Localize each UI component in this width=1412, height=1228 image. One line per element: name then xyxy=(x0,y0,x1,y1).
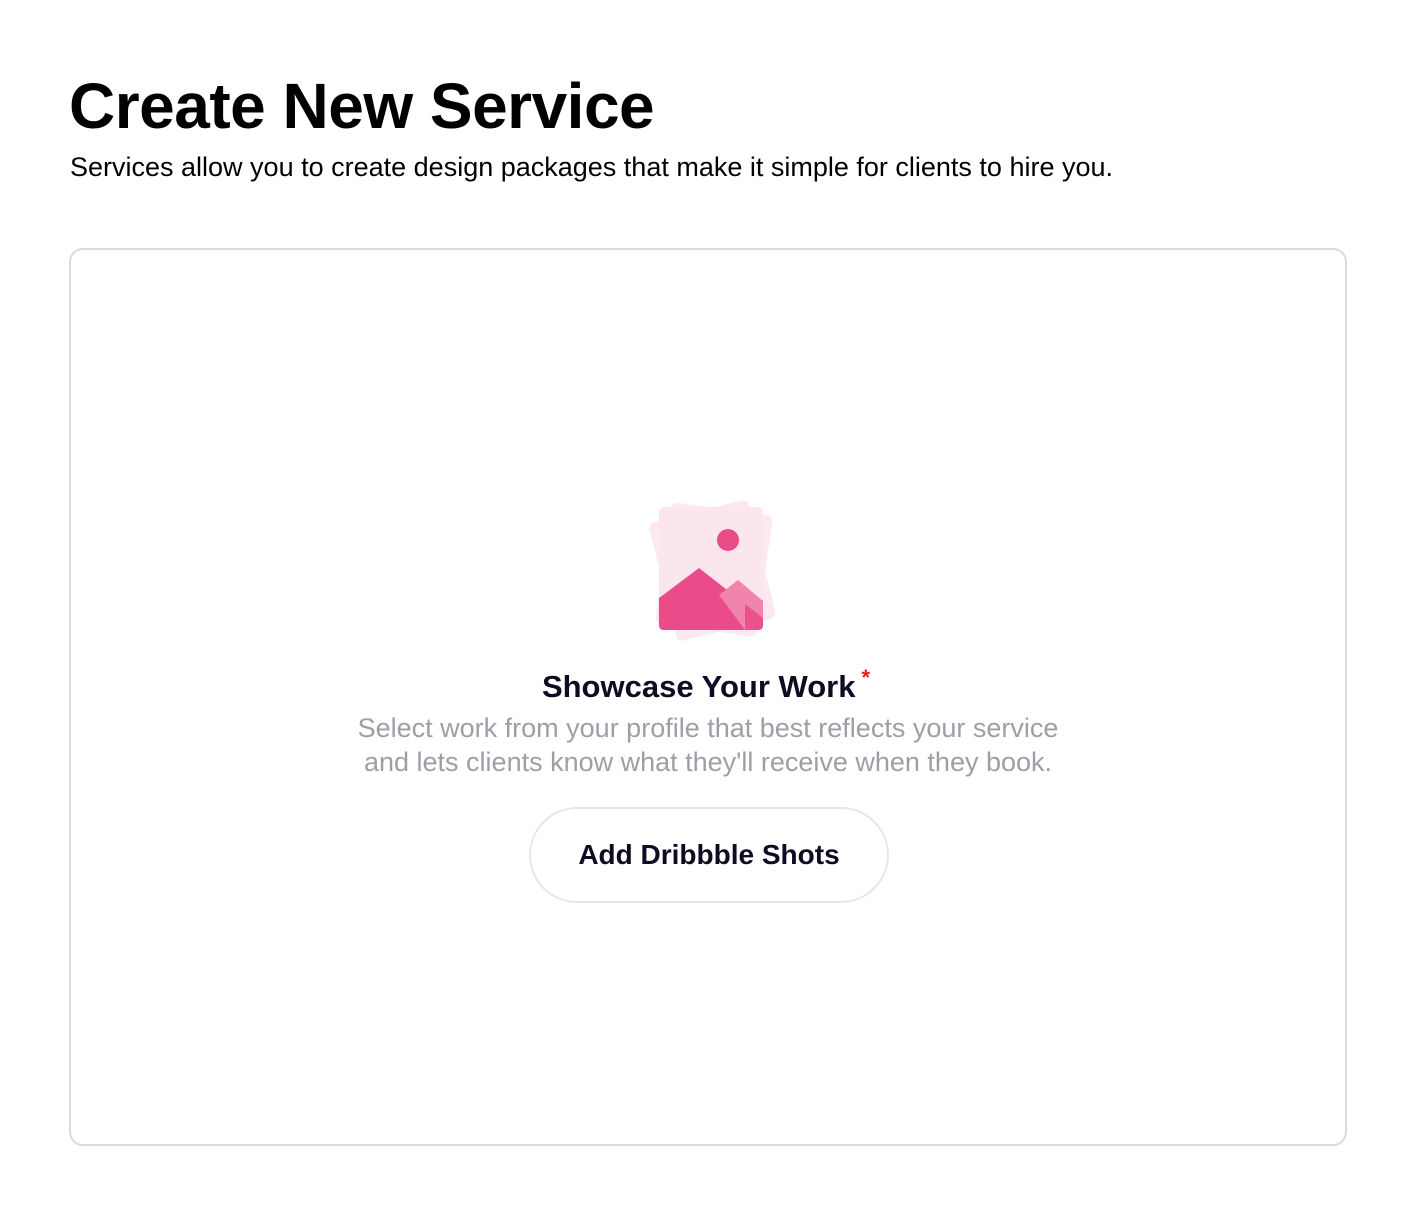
page-subtitle: Services allow you to create design pack… xyxy=(70,152,1114,182)
add-dribbble-shots-button[interactable]: Add Dribbble Shots xyxy=(529,807,889,903)
showcase-title-text: Showcase Your Work xyxy=(541,669,856,704)
description-line-2: and lets clients know what they'll recei… xyxy=(363,747,1053,777)
image-stack-icon xyxy=(649,500,776,641)
page-title: Create New Service xyxy=(69,70,655,142)
description-line-1: Select work from your profile that best … xyxy=(357,713,1059,743)
showcase-description: Select work from your profile that best … xyxy=(256,711,1160,779)
required-indicator: * xyxy=(861,665,871,690)
showcase-title: Showcase Your Work * xyxy=(0,656,1412,709)
